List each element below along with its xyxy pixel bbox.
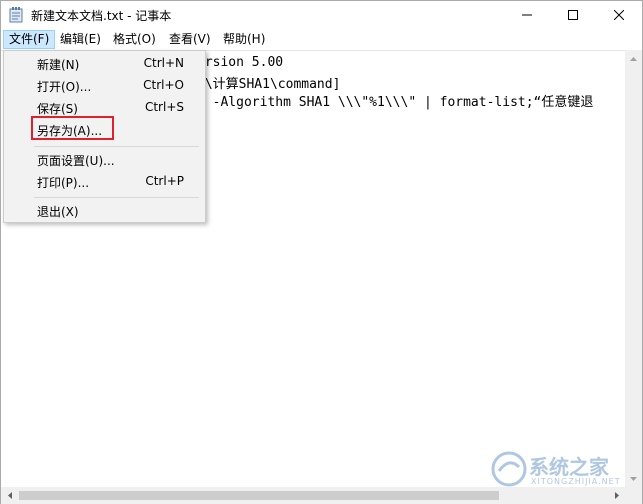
- maximize-icon: [568, 10, 578, 20]
- scroll-left-button[interactable]: [1, 487, 18, 504]
- editor-line-3: h -Algorithm SHA1 \\\"%1\\\" | format-li…: [197, 95, 594, 110]
- menu-separator: [34, 197, 199, 198]
- menu-item-label: 退出(X): [37, 205, 79, 219]
- menu-item-shortcut: Ctrl+P: [145, 174, 184, 188]
- scroll-up-button[interactable]: [625, 50, 642, 67]
- maximize-button[interactable]: [550, 1, 596, 29]
- menu-item-label: 打印(P)...: [37, 176, 90, 190]
- vertical-scrollbar[interactable]: [625, 50, 642, 487]
- watermark-subtext: XITONGZHIJIA.NET: [531, 477, 621, 486]
- watermark-logo: 系统之家 XITONGZHIJIA.NET: [489, 447, 637, 493]
- menu-bar: 文件(F) 编辑(E) 格式(O) 查看(V) 帮助(H): [1, 29, 642, 50]
- menu-item-open[interactable]: 打开(O)... Ctrl+O: [7, 75, 202, 97]
- arrow-right-icon: [614, 492, 619, 499]
- menu-edit[interactable]: 编辑(E): [54, 30, 107, 49]
- menu-item-exit[interactable]: 退出(X): [7, 200, 202, 222]
- menu-item-label: 打开(O)...: [37, 80, 92, 94]
- horizontal-scroll-thumb[interactable]: [19, 491, 499, 500]
- menu-item-label: 页面设置(U)...: [37, 154, 115, 168]
- watermark-text: 系统之家: [529, 455, 609, 479]
- notepad-app-icon: [9, 7, 23, 23]
- minimize-icon: [522, 14, 532, 16]
- file-menu-dropdown: 新建(N) Ctrl+N 打开(O)... Ctrl+O 保存(S) Ctrl+…: [3, 50, 206, 223]
- menu-separator: [34, 146, 199, 147]
- menu-item-page-setup[interactable]: 页面设置(U)...: [7, 149, 202, 171]
- menu-view[interactable]: 查看(V): [163, 30, 217, 49]
- window-title: 新建文本文档.txt - 记事本: [31, 9, 172, 23]
- editor-line-1: ersion 5.00: [197, 55, 284, 70]
- close-button[interactable]: [596, 1, 642, 29]
- menu-help[interactable]: 帮助(H): [217, 30, 271, 49]
- watermark-icon: [491, 451, 527, 487]
- menu-format[interactable]: 格式(O): [107, 30, 162, 49]
- menu-item-new[interactable]: 新建(N) Ctrl+N: [7, 53, 202, 75]
- close-icon: [614, 10, 624, 20]
- editor-line-2: 1\计算SHA1\command]: [197, 77, 341, 92]
- menu-item-label: 保存(S): [37, 102, 78, 116]
- notepad-window: 新建文本文档.txt - 记事本 文件(F) 编辑(E) 格式(O) 查看(V)…: [0, 0, 643, 504]
- menu-item-print[interactable]: 打印(P)... Ctrl+P: [7, 171, 202, 193]
- menu-file[interactable]: 文件(F): [3, 30, 56, 49]
- arrow-up-icon: [630, 56, 637, 61]
- menu-item-shortcut: Ctrl+N: [143, 56, 184, 70]
- minimize-button[interactable]: [504, 1, 550, 29]
- title-bar[interactable]: 新建文本文档.txt - 记事本: [1, 1, 642, 29]
- menu-item-shortcut: Ctrl+S: [144, 100, 184, 114]
- menu-item-label: 新建(N): [37, 58, 80, 72]
- menu-item-shortcut: Ctrl+O: [143, 78, 184, 92]
- arrow-left-icon: [7, 492, 12, 499]
- save-as-highlight-box: [31, 116, 114, 140]
